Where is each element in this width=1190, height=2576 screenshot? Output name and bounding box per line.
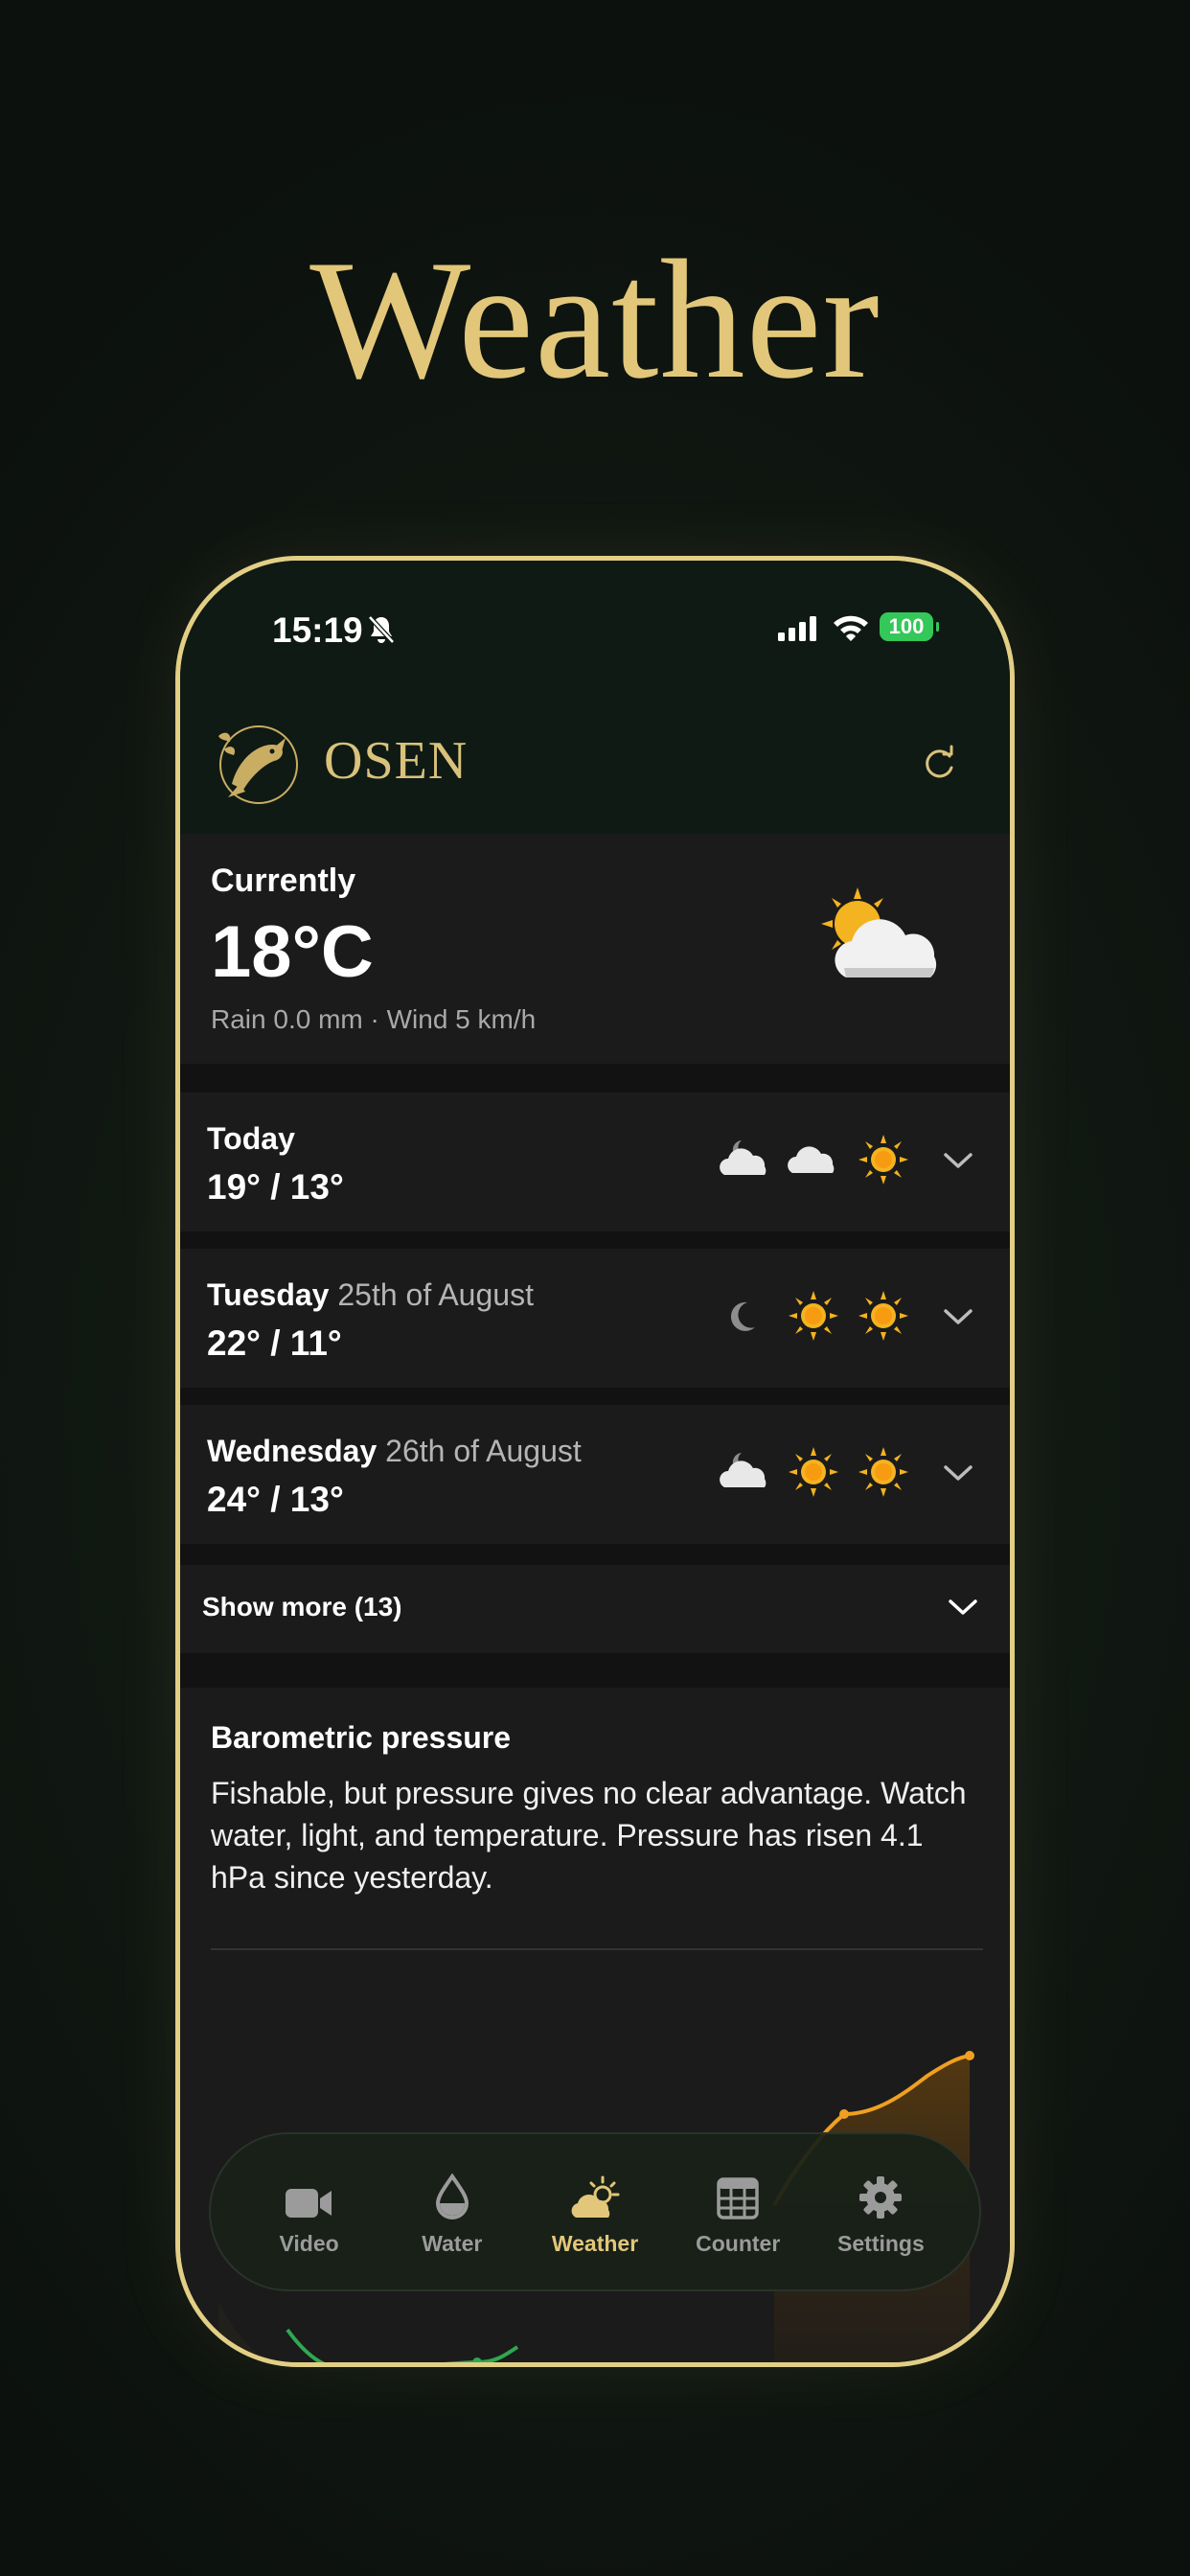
cloud-moon-icon — [720, 1140, 767, 1175]
sun-icon — [858, 1135, 908, 1184]
chevron-down-icon[interactable] — [942, 1150, 974, 1171]
nav-item-settings[interactable]: Settings — [810, 2168, 952, 2257]
day-temp-range: 22° / 11° — [207, 1323, 342, 1363]
cloud-icon — [788, 1146, 835, 1173]
sun-icon — [858, 1447, 908, 1497]
cloud-moon-icon — [720, 1453, 767, 1487]
nav-item-counter[interactable]: Counter — [667, 2168, 810, 2257]
day-date: 26th of August — [385, 1434, 582, 1468]
pressure-point — [839, 2109, 849, 2119]
divider — [211, 1948, 983, 1950]
nav-label: Water — [422, 2230, 483, 2256]
nav-label: Video — [279, 2230, 339, 2256]
status-time: 15:19 — [272, 610, 363, 650]
sun-behind-cloud-icon — [821, 887, 937, 978]
nav-item-weather[interactable]: Weather — [523, 2168, 666, 2257]
moon-icon — [730, 1301, 755, 1331]
pressure-point — [965, 2051, 974, 2060]
forecast-day-tuesday[interactable]: Tuesday 25th of August 22° / 11° — [180, 1249, 1010, 1388]
day-name: Today — [207, 1121, 295, 1156]
water-drop-icon — [435, 2173, 469, 2220]
forecast-day-wednesday[interactable]: Wednesday 26th of August 24° / 13° — [180, 1405, 1010, 1544]
refresh-icon[interactable] — [918, 743, 960, 785]
current-label: Currently — [211, 862, 356, 899]
video-camera-icon — [285, 2188, 332, 2218]
phone-frame: 15:19 100 OSEN Currently 18°C Rain 0.0 m… — [175, 556, 1015, 2367]
screen-headline: Weather — [309, 224, 881, 414]
nav-item-video[interactable]: Video — [238, 2168, 380, 2257]
bell-muted-icon — [368, 615, 395, 644]
nav-label: Counter — [696, 2230, 781, 2256]
chevron-down-icon[interactable] — [942, 1462, 974, 1484]
wifi-icon — [834, 615, 868, 641]
current-details: Rain 0.0 mm · Wind 5 km/h — [211, 1004, 537, 1034]
day-temp-range: 24° / 13° — [207, 1480, 344, 1519]
pressure-point — [344, 2365, 354, 2367]
battery-indicator: 100 — [880, 612, 939, 641]
fish-logo-icon — [218, 725, 298, 804]
forecast-day-today[interactable]: Today 19° / 13° — [180, 1092, 1010, 1231]
day-date: 25th of August — [337, 1277, 534, 1312]
nav-label: Settings — [837, 2230, 925, 2256]
pressure-description: Fishable, but pressure gives no clear ad… — [211, 1776, 967, 1895]
day-temp-range: 19° / 13° — [207, 1167, 344, 1207]
bottom-navigation: Video Water Weather Counter Settings — [209, 2132, 981, 2291]
nav-label: Weather — [551, 2230, 639, 2256]
chevron-down-icon — [949, 1599, 977, 1615]
current-weather-card: Currently 18°C Rain 0.0 mm · Wind 5 km/h — [180, 834, 1010, 1064]
day-name: Tuesday — [207, 1277, 330, 1312]
show-more-label: Show more (13) — [202, 1592, 402, 1622]
sun-icon — [789, 1447, 838, 1497]
chevron-down-icon[interactable] — [942, 1306, 974, 1327]
gear-icon — [859, 2175, 903, 2219]
app-brand-name: OSEN — [324, 731, 469, 791]
pressure-title: Barometric pressure — [211, 1720, 512, 1755]
status-bar: 15:19 100 — [180, 561, 1010, 695]
show-more-button[interactable]: Show more (13) — [180, 1565, 1010, 1653]
day-name: Wednesday — [207, 1434, 378, 1468]
weather-icon — [571, 2175, 620, 2218]
app-header: OSEN — [180, 695, 1010, 834]
pressure-falling-line — [286, 2328, 519, 2362]
nav-item-water[interactable]: Water — [380, 2168, 523, 2257]
current-temperature: 18°C — [211, 911, 374, 993]
grid-icon — [717, 2176, 759, 2220]
pressure-point — [472, 2358, 482, 2362]
cellular-signal-icon — [778, 616, 816, 641]
sun-icon — [789, 1291, 838, 1341]
sun-icon — [858, 1291, 908, 1341]
